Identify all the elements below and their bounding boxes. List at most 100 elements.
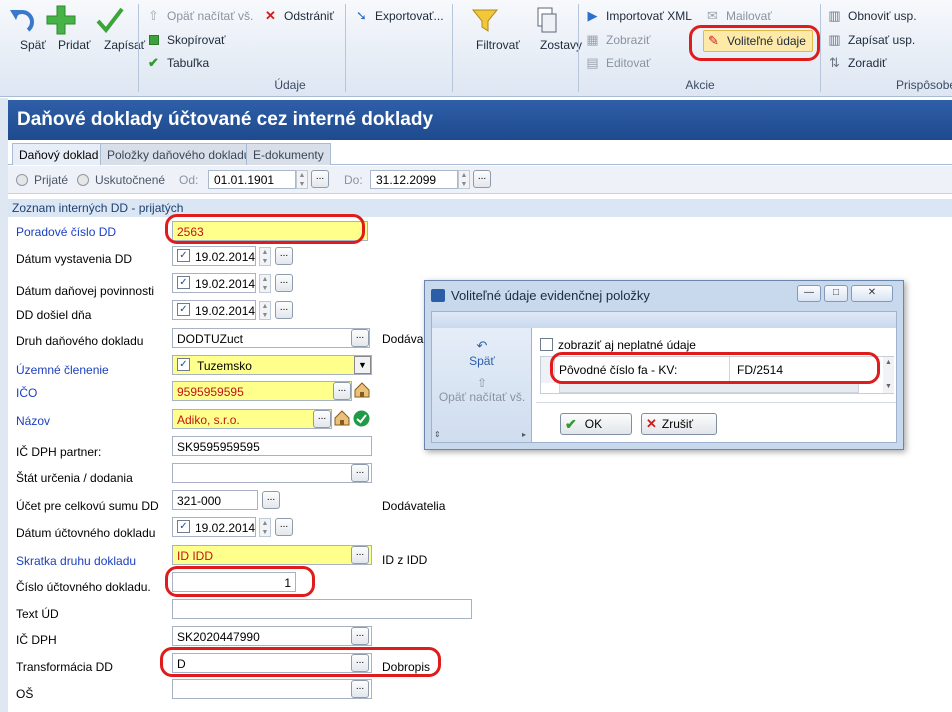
scroll-icon[interactable]: ⇕ [434, 430, 441, 439]
back-arrow-icon: ↶ [476, 338, 488, 353]
cancel-button[interactable]: ✕ Zrušiť [641, 413, 717, 435]
received-date-label: DD došiel dňa [16, 308, 92, 322]
partner-vat-field[interactable]: SK9595959595 [172, 436, 372, 456]
from-date-input[interactable]: 01.01.1901 [208, 170, 296, 189]
vat-id-field[interactable]: SK2020447990 [172, 626, 372, 646]
chevron-down-icon[interactable]: ▼ [354, 356, 371, 374]
accounting-date-checkbox[interactable]: ✓ [177, 520, 190, 533]
name-field[interactable]: Adiko, s.r.o. [172, 409, 332, 429]
house-icon[interactable] [333, 409, 351, 427]
territorial-select[interactable]: Tuzemsko [172, 355, 372, 375]
accounting-date-picker-button[interactable]: ... [275, 518, 293, 536]
ico-field[interactable]: 9595959595 [172, 381, 352, 401]
ok-button[interactable]: ✔ OK [560, 413, 632, 435]
radio-issued[interactable] [77, 174, 89, 186]
copy-icon [146, 33, 161, 48]
os-field[interactable] [172, 679, 372, 699]
doc-abbrev-description: ID z IDD [382, 553, 428, 567]
order-number-label: Poradové číslo DD [16, 225, 117, 239]
expand-icon[interactable]: ▸ [522, 430, 526, 439]
tab-tax-document[interactable]: Daňový doklad [12, 143, 106, 165]
to-date-picker-button[interactable]: ... [473, 170, 491, 188]
checkmark-icon [96, 7, 124, 34]
save-button[interactable]: Zapísať [88, 4, 145, 52]
original-invoice-number-value[interactable]: FD/2514 [737, 363, 783, 377]
radio-received[interactable] [16, 174, 28, 186]
separator [345, 4, 346, 92]
tax-liability-date-checkbox[interactable]: ✓ [177, 276, 190, 289]
tab-document-items[interactable]: Položky daňového dokladu [100, 143, 258, 165]
issue-date-spinner[interactable]: ▲ ▼ [259, 247, 271, 266]
tax-liability-date-picker-button[interactable]: ... [275, 274, 293, 292]
filter-button[interactable]: Filtrovať [460, 4, 520, 52]
text-field[interactable] [172, 599, 472, 619]
import-xml-button[interactable]: ▶ Importovať XML [585, 6, 692, 26]
account-field[interactable]: 321-000 [172, 490, 258, 510]
from-label: Od: [179, 173, 199, 187]
issue-date-picker-button[interactable]: ... [275, 247, 293, 265]
save-grid-icon: ▥ [828, 32, 841, 47]
os-lookup-button[interactable]: ... [351, 680, 369, 698]
house-icon[interactable] [353, 381, 371, 399]
add-button[interactable]: Pridať [42, 4, 91, 52]
page-title: Daňové doklady účtované cez interné dokl… [8, 100, 952, 140]
mail-button[interactable]: ✉ Mailovať [705, 6, 772, 26]
dialog-back-button[interactable]: ↶ Späť [432, 338, 532, 368]
grid-vertical-scrollbar[interactable]: ▲ ▼ [883, 357, 894, 393]
name-lookup-button[interactable]: ... [313, 410, 331, 428]
show-button[interactable]: ▦ Zobraziť [585, 30, 650, 50]
transformation-description: Dobropis [382, 660, 431, 674]
copy-button[interactable]: Skopírovať [146, 30, 226, 50]
optional-data-button[interactable]: ✎ Voliteľné údaje [703, 30, 813, 52]
destination-country-field[interactable] [172, 463, 372, 483]
received-date-picker-button[interactable]: ... [275, 301, 293, 319]
received-date-checkbox[interactable]: ✓ [177, 303, 190, 316]
from-date-spinner[interactable]: ▲ ▼ [296, 170, 308, 189]
optional-data-dialog: Voliteľné údaje evidenčnej položky — □ ✕… [424, 280, 904, 450]
from-date-picker-button[interactable]: ... [311, 170, 329, 188]
export-button[interactable]: ➘ Exportovať... [354, 6, 443, 26]
reload-arrows-icon: ⇧ [148, 8, 159, 23]
accounting-number-label: Číslo účtovného dokladu. [16, 580, 151, 594]
show-invalid-checkbox[interactable] [540, 338, 553, 351]
account-lookup-button[interactable]: ... [262, 491, 280, 509]
territorial-checkbox[interactable]: ✓ [177, 358, 190, 371]
tab-e-documents[interactable]: E-dokumenty [246, 143, 331, 165]
save-custom-button[interactable]: ▥ Zapísať usp. [827, 30, 915, 50]
original-invoice-number-label: Pôvodné číslo fa - KV: [559, 363, 678, 377]
optional-data-icon: ✎ [708, 33, 719, 48]
maximize-button[interactable]: □ [824, 285, 848, 302]
sort-button[interactable]: ⇅ Zoradiť [827, 53, 886, 73]
accounting-date-spinner[interactable]: ▲ ▼ [259, 518, 271, 537]
issue-date-checkbox[interactable]: ✓ [177, 249, 190, 262]
grid-horizontal-scrollbar[interactable] [559, 383, 859, 393]
order-number-field[interactable]: 2563 [172, 221, 368, 241]
minimize-button[interactable]: — [797, 285, 821, 302]
delete-button[interactable]: ✕ Odstrániť [263, 6, 334, 26]
transformation-field[interactable]: D [172, 653, 372, 673]
to-date-input[interactable]: 31.12.2099 [370, 170, 458, 189]
vat-id-lookup-button[interactable]: ... [351, 627, 369, 645]
to-date-spinner[interactable]: ▲ ▼ [458, 170, 470, 189]
transformation-lookup-button[interactable]: ... [351, 654, 369, 672]
accounting-number-field[interactable]: 1 [172, 572, 296, 592]
reports-button[interactable]: Zostavy [524, 4, 582, 52]
destination-country-lookup-button[interactable]: ... [351, 464, 369, 482]
edit-button[interactable]: ▤ Editovať [585, 53, 650, 73]
document-type-field[interactable]: DODTUZuct [172, 328, 370, 348]
doc-abbrev-field[interactable]: ID IDD [172, 545, 372, 565]
back-button[interactable]: Späť [4, 4, 46, 52]
table-button[interactable]: ✔ Tabuľka [146, 53, 209, 73]
ico-lookup-button[interactable]: ... [333, 382, 351, 400]
document-type-lookup-button[interactable]: ... [351, 329, 369, 347]
reload-all-button[interactable]: ⇧ Opäť načítať vš. [146, 6, 253, 26]
to-label: Do: [344, 173, 363, 187]
group-label-actions: Akcie [685, 78, 715, 92]
document-type-description: Dodáva [382, 332, 424, 346]
dialog-reload-button[interactable]: ⇧ Opäť načítať vš. [432, 376, 532, 404]
doc-abbrev-lookup-button[interactable]: ... [351, 546, 369, 564]
close-button[interactable]: ✕ [851, 285, 893, 302]
tax-liability-date-spinner[interactable]: ▲ ▼ [259, 274, 271, 293]
refresh-custom-button[interactable]: ▥ Obnoviť usp. [827, 6, 916, 26]
received-date-spinner[interactable]: ▲ ▼ [259, 301, 271, 320]
